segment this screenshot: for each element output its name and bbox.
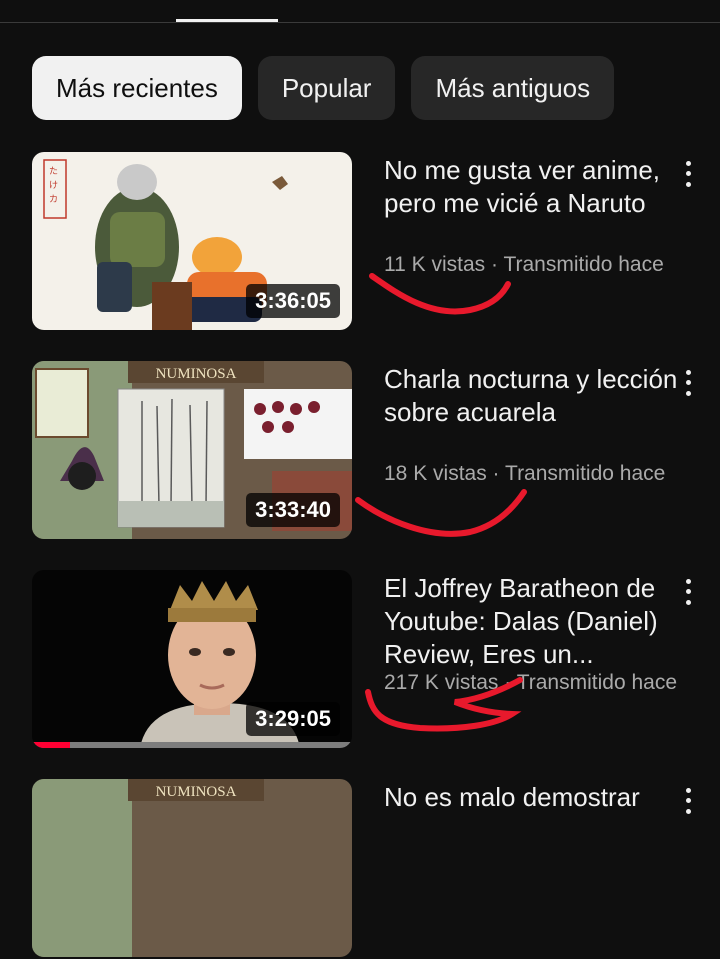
video-title[interactable]: El Joffrey Baratheon de Youtube: Dalas (…	[384, 572, 684, 671]
tab-bar-divider	[0, 22, 720, 23]
video-thumbnail[interactable]: 3:29:05	[32, 570, 352, 748]
video-meta: 217 K vistas · Transmitido hace	[384, 671, 677, 694]
video-item[interactable]: NUMINOSA No es malo demostrar	[0, 779, 720, 959]
filter-chips: Más recientes Popular Más antiguos	[32, 56, 615, 120]
more-vert-icon[interactable]	[676, 367, 700, 399]
svg-text:た: た	[49, 166, 58, 176]
chip-popular[interactable]: Popular	[257, 56, 396, 120]
video-views: 11 K vistas	[384, 253, 486, 276]
video-meta: 11 K vistas · Transmitido hace	[384, 253, 664, 276]
watch-progress-bar	[32, 742, 352, 748]
video-views: 217 K vistas	[384, 671, 499, 694]
video-duration: 3:33:40	[246, 493, 340, 527]
video-views: 18 K vistas	[384, 462, 487, 485]
video-duration: 3:29:05	[246, 702, 340, 736]
video-duration: 3:36:05	[246, 284, 340, 318]
video-meta: 18 K vistas · Transmitido hace	[384, 462, 666, 485]
svg-text:カ: カ	[49, 194, 58, 204]
video-status: Transmitido hace	[516, 671, 677, 694]
video-status: Transmitido hace	[505, 462, 666, 485]
video-thumbnail[interactable]: NUMINOSA 3:33:40	[32, 361, 352, 539]
chip-mas-antiguos[interactable]: Más antiguos	[411, 56, 615, 120]
video-item[interactable]: NUMINOSA 3:33:40 Charla nocturna y lecci…	[0, 361, 720, 541]
tab-active-indicator	[176, 19, 278, 22]
svg-text:け: け	[49, 180, 58, 190]
more-vert-icon[interactable]	[676, 785, 700, 817]
thumbnail-banner: NUMINOSA	[156, 784, 237, 800]
thumbnail-artwork: NUMINOSA	[32, 779, 352, 957]
video-thumbnail[interactable]: NUMINOSA	[32, 779, 352, 957]
more-vert-icon[interactable]	[676, 576, 700, 608]
video-thumbnail[interactable]: た け カ 3:36:05	[32, 152, 352, 330]
video-item[interactable]: た け カ 3:36:05 No me gusta ver anime, per…	[0, 152, 720, 332]
video-title[interactable]: No es malo demostrar	[384, 781, 684, 814]
video-title[interactable]: No me gusta ver anime, pero me vicié a N…	[384, 154, 684, 220]
watch-progress-fill	[32, 742, 71, 748]
video-status: Transmitido hace	[503, 253, 664, 276]
video-item[interactable]: 3:29:05 El Joffrey Baratheon de Youtube:…	[0, 570, 720, 750]
video-title[interactable]: Charla nocturna y lección sobre acuarela	[384, 363, 684, 429]
chip-mas-recientes[interactable]: Más recientes	[32, 56, 242, 120]
more-vert-icon[interactable]	[676, 158, 700, 190]
thumbnail-banner: NUMINOSA	[156, 366, 237, 382]
